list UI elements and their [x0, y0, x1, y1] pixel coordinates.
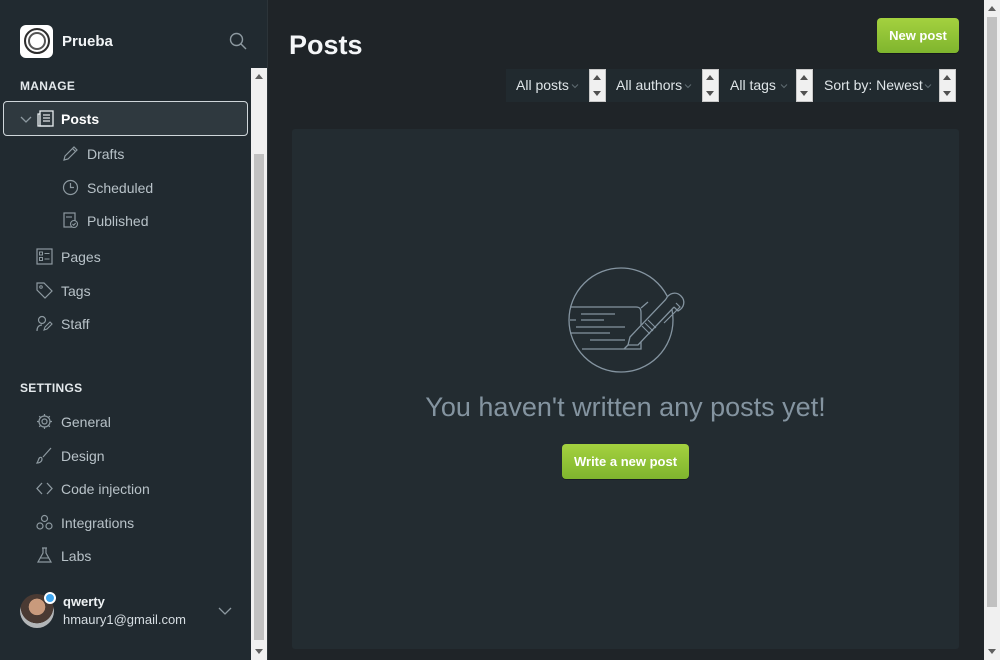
- main-content: Posts New post All posts All authors All…: [268, 0, 984, 660]
- chevron-down-icon: [924, 84, 932, 89]
- brand[interactable]: Prueba: [20, 24, 113, 58]
- clock-icon: [62, 179, 79, 196]
- gear-icon: [37, 414, 52, 429]
- chevron-down-icon[interactable]: [218, 604, 232, 618]
- sidebar-item-code-injection[interactable]: Code injection: [0, 472, 250, 506]
- sidebar-scroll-area: MANAGE Posts Drafts Scheduled Published …: [0, 68, 268, 660]
- filter-tag-value: All tags: [730, 77, 776, 93]
- sidebar-item-label: Labs: [61, 548, 92, 564]
- filter-author-value: All authors: [616, 77, 683, 93]
- sidebar-item-labs[interactable]: Labs: [0, 539, 250, 573]
- published-icon: [63, 212, 79, 229]
- sidebar-item-integrations[interactable]: Integrations: [0, 506, 250, 540]
- sidebar: Prueba MANAGE Posts Drafts Scheduled Pub…: [0, 0, 268, 660]
- sidebar-item-label: Scheduled: [87, 180, 154, 196]
- code-icon: [36, 482, 53, 495]
- tag-icon: [36, 282, 53, 299]
- sidebar-item-pages[interactable]: Pages: [0, 240, 250, 274]
- write-new-post-button[interactable]: Write a new post: [562, 444, 689, 479]
- empty-state-panel: You haven't written any posts yet! Write…: [292, 129, 959, 649]
- sidebar-item-label: Pages: [61, 249, 101, 265]
- filter-type-spinner[interactable]: [589, 69, 606, 102]
- chevron-down-icon: [684, 84, 692, 89]
- site-name: Prueba: [62, 32, 113, 50]
- sidebar-item-label: Code injection: [61, 481, 150, 497]
- pages-icon: [36, 248, 53, 265]
- sidebar-item-label: Posts: [61, 111, 100, 127]
- status-indicator: [44, 592, 56, 604]
- sidebar-item-label: Tags: [61, 283, 91, 299]
- scroll-down-arrow[interactable]: [988, 649, 996, 654]
- filter-author-spinner[interactable]: [702, 69, 719, 102]
- sidebar-item-label: Staff: [61, 316, 90, 332]
- sort-spinner[interactable]: [939, 69, 956, 102]
- chevron-down-icon: [571, 84, 579, 89]
- posts-icon: [37, 110, 54, 127]
- integrations-icon: [36, 514, 53, 530]
- filter-type-value: All posts: [516, 77, 569, 93]
- app-window: Prueba MANAGE Posts Drafts Scheduled Pub…: [0, 0, 1000, 660]
- sort-value: Sort by: Newest: [824, 77, 923, 93]
- sidebar-item-label: Drafts: [87, 146, 125, 162]
- sidebar-scrollbar[interactable]: [251, 68, 267, 660]
- scroll-up-arrow[interactable]: [255, 74, 263, 79]
- filter-type-select[interactable]: All posts: [506, 69, 589, 102]
- filter-tag-select[interactable]: All tags: [720, 69, 796, 102]
- empty-state-message: You haven't written any posts yet!: [425, 392, 826, 422]
- sidebar-item-staff[interactable]: Staff: [0, 307, 250, 341]
- sidebar-item-published[interactable]: Published: [0, 204, 250, 238]
- page-title: Posts: [289, 30, 363, 60]
- sidebar-item-drafts[interactable]: Drafts: [0, 137, 250, 171]
- sidebar-item-label: Published: [87, 213, 149, 229]
- pencil-icon: [63, 146, 78, 161]
- filter-tag-spinner[interactable]: [796, 69, 813, 102]
- chevron-down-icon[interactable]: [20, 113, 32, 125]
- sidebar-item-tags[interactable]: Tags: [0, 274, 250, 308]
- search-icon[interactable]: [229, 32, 247, 50]
- section-title-manage: MANAGE: [20, 79, 76, 93]
- sidebar-item-general[interactable]: General: [0, 405, 250, 439]
- sidebar-item-label: Integrations: [61, 515, 135, 531]
- sidebar-nav: MANAGE Posts Drafts Scheduled Published …: [0, 68, 250, 660]
- flask-icon: [36, 547, 53, 563]
- writing-pen-illustration: [568, 267, 685, 373]
- sidebar-item-design[interactable]: Design: [0, 439, 250, 473]
- staff-icon: [36, 315, 53, 332]
- sidebar-item-scheduled[interactable]: Scheduled: [0, 171, 250, 205]
- chevron-down-icon: [780, 84, 788, 89]
- scroll-up-arrow[interactable]: [988, 6, 996, 11]
- user-email: hmaury1@gmail.com: [63, 612, 187, 627]
- scroll-thumb[interactable]: [987, 17, 997, 607]
- new-post-button[interactable]: New post: [877, 18, 959, 53]
- filter-author-select[interactable]: All authors: [606, 69, 702, 102]
- sidebar-item-posts[interactable]: Posts: [3, 101, 248, 136]
- sidebar-item-label: General: [61, 414, 111, 430]
- scroll-down-arrow[interactable]: [255, 649, 263, 654]
- brush-icon: [36, 447, 52, 464]
- sidebar-item-label: Design: [61, 448, 105, 464]
- site-logo: [20, 24, 53, 58]
- scroll-thumb[interactable]: [254, 154, 264, 640]
- sort-select[interactable]: Sort by: Newest: [814, 69, 939, 102]
- user-menu[interactable]: qwerty hmaury1@gmail.com: [20, 592, 250, 636]
- user-name: qwerty: [63, 594, 105, 609]
- page-scrollbar[interactable]: [984, 0, 1000, 660]
- section-title-settings: SETTINGS: [20, 381, 83, 395]
